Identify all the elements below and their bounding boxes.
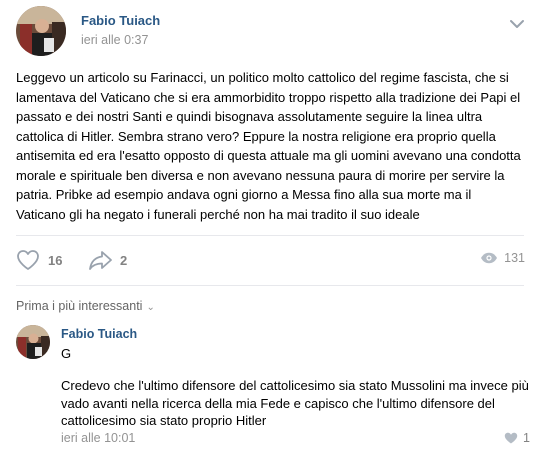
comment-author-name[interactable]: Fabio Tuiach [61, 327, 137, 341]
post-date[interactable]: ieri alle 0:37 [81, 33, 148, 47]
comment-text: Credevo che l'ultimo difensore del catto… [61, 378, 529, 428]
post-author-name[interactable]: Fabio Tuiach [81, 13, 160, 28]
share-count: 2 [120, 252, 128, 268]
avatar-image [16, 6, 66, 56]
post-actions: 16 2 131 [0, 240, 540, 280]
chevron-down-icon: ⌄ [146, 302, 155, 313]
share-button[interactable]: 2 [88, 249, 127, 271]
comment-author-avatar[interactable] [16, 325, 50, 359]
post-header: Fabio Tuiach ieri alle 0:37 [0, 0, 540, 60]
like-count: 16 [48, 252, 63, 268]
avatar-image [16, 325, 50, 359]
comment-date[interactable]: ieri alle 10:01 [61, 431, 135, 445]
divider [16, 235, 524, 236]
heart-icon [17, 250, 39, 270]
views-counter: 131 [480, 251, 525, 265]
comments-sort-dropdown[interactable]: Prima i più interessanti ⌄ [16, 299, 155, 313]
chevron-down-icon[interactable] [508, 17, 526, 29]
share-arrow-icon [89, 251, 112, 270]
heart-icon [504, 432, 518, 444]
author-avatar[interactable] [16, 6, 66, 56]
comment-like-count: 1 [523, 431, 530, 445]
divider [16, 285, 524, 286]
post-text: Leggevo un articolo su Farinacci, un pol… [16, 70, 521, 222]
views-count: 131 [504, 251, 525, 265]
like-button[interactable]: 16 [16, 249, 62, 271]
eye-icon [481, 252, 498, 264]
comment-first-line: G [61, 346, 72, 361]
comment-like-button[interactable]: 1 [504, 431, 530, 445]
comments-sort-label: Prima i più interessanti [16, 299, 143, 313]
